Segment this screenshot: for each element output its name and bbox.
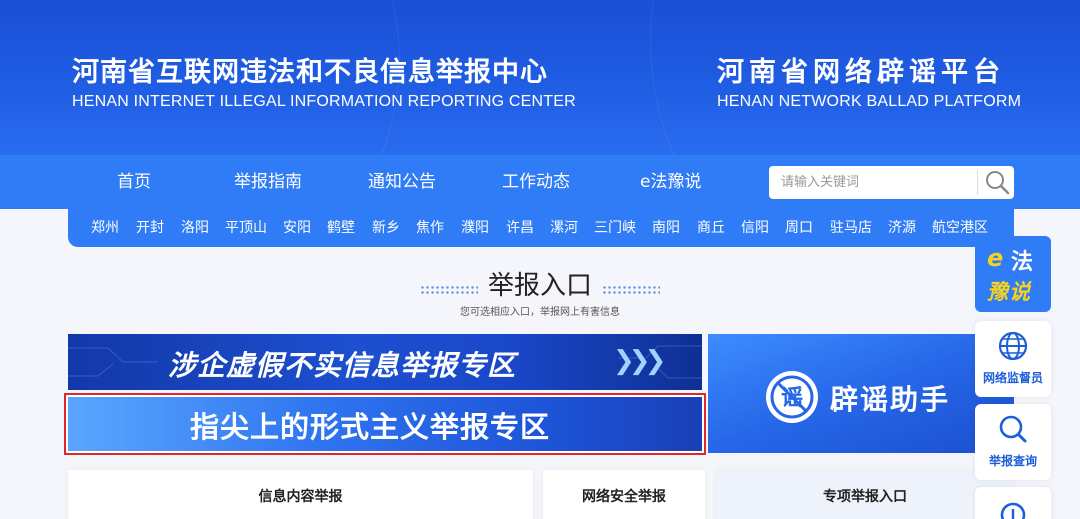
city-link[interactable]: 周口 xyxy=(785,209,813,247)
rumor-assistant-banner[interactable]: 谣 辟谣助手 xyxy=(708,334,1014,453)
city-link[interactable]: 南阳 xyxy=(652,209,680,247)
search-box xyxy=(769,166,1014,199)
supervisor-label: 网络监督员 xyxy=(982,371,1043,385)
platform-title-en: HENAN NETWORK BALLAD PLATFORM xyxy=(717,93,1022,110)
section-title: 举报入口 xyxy=(487,271,592,301)
city-link[interactable]: 漯河 xyxy=(550,209,578,247)
nav-item-notices[interactable]: 通知公告 xyxy=(368,155,436,209)
efa-yushuo-widget[interactable]: e 法 豫说 xyxy=(975,236,1051,312)
search-divider xyxy=(977,170,978,195)
magnifier-icon xyxy=(999,415,1027,443)
formalism-banner-text: 指尖上的形式主义举报专区 xyxy=(190,410,551,444)
content-report-card[interactable]: 信息内容举报 xyxy=(68,470,533,519)
dots-decoration xyxy=(602,284,660,295)
city-link[interactable]: 许昌 xyxy=(506,209,534,247)
city-link[interactable]: 安阳 xyxy=(283,209,311,247)
efa-fa-glyph: 法 xyxy=(1011,250,1034,275)
city-link[interactable]: 平顶山 xyxy=(225,209,267,247)
center-logo-title[interactable]: 河南省互联网违法和不良信息举报中心 HENAN INTERNET ILLEGAL… xyxy=(72,50,576,111)
main-nav: 首页 举报指南 通知公告 工作动态 e法豫说 xyxy=(0,155,1080,209)
efa-e-glyph: e xyxy=(987,244,1004,272)
city-nav: 郑州 开封 洛阳 平顶山 安阳 鹤壁 新乡 焦作 濮阳 许昌 漯河 三门峡 南阳… xyxy=(68,209,1014,247)
report-query-button[interactable]: 举报查询 xyxy=(975,404,1051,480)
city-link[interactable]: 鹤壁 xyxy=(327,209,355,247)
platform-title-zh: 河南省网络辟谣平台 xyxy=(717,57,1005,88)
city-link[interactable]: 濮阳 xyxy=(461,209,489,247)
search-icon xyxy=(986,171,1010,195)
city-link[interactable]: 信阳 xyxy=(741,209,769,247)
efa-yushuo-text: 豫说 xyxy=(987,280,1031,304)
nav-item-news[interactable]: 工作动态 xyxy=(502,155,570,209)
enterprise-banner-text: 涉企虚假不实信息举报专区 xyxy=(168,349,517,382)
float-panel-more-button[interactable] xyxy=(975,487,1051,519)
security-report-card[interactable]: 网络安全举报 xyxy=(543,470,705,519)
city-link[interactable]: 驻马店 xyxy=(830,209,872,247)
enterprise-report-banner[interactable]: 涉企虚假不实信息举报专区 ❯❯❯ xyxy=(68,334,702,390)
rumor-badge-char: 谣 xyxy=(781,386,803,411)
rumor-badge-icon: 谣 xyxy=(766,371,818,423)
city-link[interactable]: 三门峡 xyxy=(594,209,636,247)
special-report-card[interactable]: 专项举报入口 xyxy=(716,470,1014,519)
section-subtitle: 您可选相应入口，举报网上有害信息 xyxy=(460,307,620,318)
rumor-banner-text: 辟谣助手 xyxy=(830,383,951,416)
search-input[interactable] xyxy=(769,166,977,199)
search-button[interactable] xyxy=(981,166,1014,199)
partial-circle-icon xyxy=(1000,502,1026,519)
card-title: 网络安全举报 xyxy=(582,489,666,505)
site-header: 河南省互联网违法和不良信息举报中心 HENAN INTERNET ILLEGAL… xyxy=(0,0,1080,155)
nav-item-guide[interactable]: 举报指南 xyxy=(234,155,302,209)
query-label: 举报查询 xyxy=(988,454,1037,468)
card-title: 专项举报入口 xyxy=(823,489,907,505)
center-title-en: HENAN INTERNET ILLEGAL INFORMATION REPOR… xyxy=(72,93,576,110)
nav-item-home[interactable]: 首页 xyxy=(117,155,151,209)
section-header: 举报入口 xyxy=(0,265,1080,302)
no-rumor-icon: 谣 xyxy=(770,375,814,419)
city-link[interactable]: 济源 xyxy=(888,209,916,247)
center-title-zh: 河南省互联网违法和不良信息举报中心 xyxy=(72,57,548,88)
city-link[interactable]: 开封 xyxy=(136,209,164,247)
nav-item-efa[interactable]: e法豫说 xyxy=(640,155,701,209)
city-link[interactable]: 郑州 xyxy=(91,209,119,247)
network-supervisor-button[interactable]: 网络监督员 xyxy=(975,321,1051,397)
chevron-right-icon: ❯❯❯ xyxy=(613,346,666,376)
dots-decoration xyxy=(419,284,478,295)
card-title: 信息内容举报 xyxy=(258,489,343,505)
globe-icon xyxy=(998,331,1028,361)
rumor-platform-title[interactable]: 河南省网络辟谣平台 HENAN NETWORK BALLAD PLATFORM xyxy=(717,50,1021,111)
city-link[interactable]: 新乡 xyxy=(372,209,400,247)
city-link[interactable]: 商丘 xyxy=(697,209,725,247)
formalism-report-banner[interactable]: 指尖上的形式主义举报专区 xyxy=(64,393,706,455)
city-link[interactable]: 洛阳 xyxy=(181,209,209,247)
city-link[interactable]: 焦作 xyxy=(416,209,444,247)
